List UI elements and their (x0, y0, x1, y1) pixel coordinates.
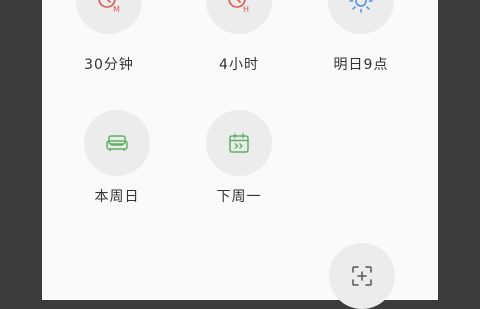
clock-m-icon: M (96, 0, 122, 14)
clock-h-icon: H (226, 0, 252, 14)
option-next-monday-circle[interactable] (206, 110, 272, 176)
option-this-sunday-circle[interactable] (84, 110, 150, 176)
option-next-monday-label: 下周一 (216, 189, 262, 205)
custom-select-icon (351, 265, 373, 287)
option-30-minutes-circle[interactable]: M (76, 0, 142, 34)
option-next-monday[interactable]: 下周一 (194, 110, 284, 230)
sun-icon (348, 0, 374, 14)
option-tomorrow-9am-circle[interactable] (328, 0, 394, 34)
snooze-options-sheet: M 30分钟 H 4小时 明日9点 本周日 下周一 (42, 0, 438, 309)
option-4-hours[interactable]: H 4小时 (194, 0, 284, 88)
option-4-hours-circle[interactable]: H (206, 0, 272, 34)
option-30-minutes[interactable]: M 30分钟 (64, 0, 154, 88)
option-tomorrow-9am-label: 明日9点 (333, 57, 389, 73)
calendar-forward-icon (228, 132, 250, 154)
option-this-sunday[interactable]: 本周日 (72, 110, 162, 230)
option-4-hours-label: 4小时 (219, 57, 259, 73)
custom-select-button[interactable] (329, 243, 395, 309)
option-this-sunday-label: 本周日 (94, 189, 140, 205)
svg-text:M: M (113, 5, 120, 14)
option-tomorrow-9am[interactable]: 明日9点 (316, 0, 406, 88)
sofa-icon (105, 133, 129, 153)
svg-text:H: H (243, 5, 249, 14)
option-30-minutes-label: 30分钟 (84, 57, 134, 73)
